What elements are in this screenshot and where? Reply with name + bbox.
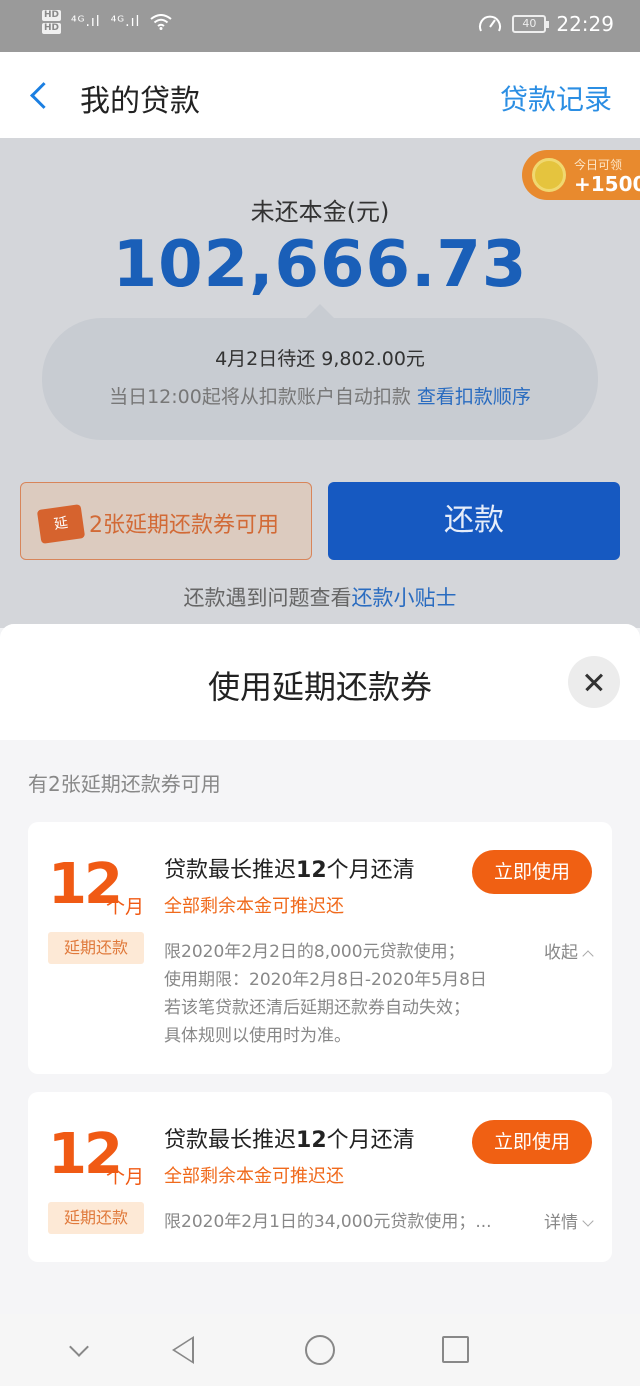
coupon-months-unit: 个月: [106, 896, 145, 918]
coupon-type-tag: 延期还款: [48, 932, 144, 964]
desc-line: 限2020年2月1日的34,000元贷款使用；...: [164, 1212, 492, 1232]
use-now-button[interactable]: 立即使用: [472, 850, 592, 894]
sheet-title: 使用延期还款券: [207, 668, 432, 706]
nav-home-icon[interactable]: [305, 1335, 335, 1365]
sheet-header: 使用延期还款券: [0, 624, 640, 740]
hd-badge: HD: [42, 23, 62, 34]
coin-icon: [532, 158, 566, 192]
hd-badges: HD HD: [42, 10, 62, 34]
coupon-available-button[interactable]: 延 2张延期还款券可用: [20, 482, 312, 560]
nav-back-icon[interactable]: [172, 1336, 194, 1364]
debit-order-link[interactable]: 查看扣款顺序: [417, 386, 531, 408]
use-now-button[interactable]: 立即使用: [472, 1120, 592, 1164]
app-header: 我的贷款 贷款记录: [0, 52, 640, 138]
desc-line: 使用期限：2020年2月8日-2020年5月8日: [164, 970, 487, 990]
available-count-text: 有2张延期还款券可用: [28, 772, 221, 796]
speed-icon: [479, 15, 502, 32]
tips-text: 还款遇到问题查看: [183, 586, 352, 610]
hide-nav-icon[interactable]: [69, 1337, 89, 1357]
deferral-coupon-sheet: 使用延期还款券 有2张延期还款券可用 12 个月 延期还款 贷款最长推迟12个月…: [0, 624, 640, 1314]
promo-line1: 今日可领: [574, 158, 623, 172]
back-button[interactable]: [24, 74, 64, 114]
desc-line: 若该笔贷款还清后延期还款券自动失效；: [164, 998, 470, 1018]
status-left: HD HD ⁴ᴳ.ıl ⁴ᴳ.ıl: [42, 10, 172, 34]
wifi-icon: [150, 14, 172, 30]
coupon-ticket-icon: 延: [36, 504, 86, 544]
coupon-type-tag: 延期还款: [48, 1202, 144, 1234]
principal-amount: 102,666.73: [112, 228, 528, 302]
clock: 22:29: [556, 12, 614, 36]
close-button[interactable]: [568, 656, 620, 708]
due-text: 4月2日待还 9,802.00元: [215, 348, 425, 370]
coupon-subtitle: 全部剩余本金可推迟还: [164, 1166, 344, 1187]
chevron-up-icon: [582, 950, 594, 962]
coupon-months-unit: 个月: [106, 1166, 145, 1188]
repay-button[interactable]: 还款: [328, 482, 620, 560]
coupon-title: 贷款最长推迟12个月还清: [164, 858, 415, 883]
collapse-toggle[interactable]: 收起: [544, 938, 594, 963]
due-info-bubble: 4月2日待还 9,802.00元 当日12:00起将从扣款账户自动扣款 查看扣款…: [42, 304, 598, 440]
battery-icon: 40: [512, 15, 550, 33]
page-title: 我的贷款: [80, 84, 200, 119]
coupon-subtitle: 全部剩余本金可推迟还: [164, 896, 344, 917]
coupon-description: 限2020年2月2日的8,000元贷款使用； 使用期限：2020年2月8日-20…: [164, 938, 487, 1050]
loan-records-link[interactable]: 贷款记录: [500, 78, 612, 118]
coupon-description: 限2020年2月1日的34,000元贷款使用；...: [164, 1208, 492, 1236]
signal-icon: ⁴ᴳ.ıl: [110, 14, 141, 30]
chevron-down-icon: [582, 1215, 594, 1227]
signal-icon: ⁴ᴳ.ıl: [71, 14, 101, 30]
principal-label: 未还本金(元): [250, 198, 390, 226]
auto-debit-text: 当日12:00起将从扣款账户自动扣款 查看扣款顺序: [42, 382, 598, 409]
system-nav-bar: [0, 1314, 640, 1386]
coupon-available-label: 2张延期还款券可用: [89, 513, 279, 538]
loan-summary-panel: 今日可领 +1500 未还本金(元) 102,666.73 4月2日待还 9,8…: [0, 138, 640, 628]
details-toggle[interactable]: 详情: [544, 1208, 594, 1233]
desc-line: 限2020年2月2日的8,000元贷款使用；: [164, 942, 465, 962]
coupon-card: 12 个月 延期还款 贷款最长推迟12个月还清 全部剩余本金可推迟还 立即使用 …: [28, 822, 612, 1074]
status-right: 40 22:29: [478, 12, 614, 36]
status-bar: HD HD ⁴ᴳ.ıl ⁴ᴳ.ıl 40 22:29: [0, 0, 640, 52]
hd-badge: HD: [42, 10, 62, 21]
repay-tips: 还款遇到问题查看还款小贴士: [0, 582, 640, 612]
coupon-title: 贷款最长推迟12个月还清: [164, 1128, 415, 1153]
nav-recents-icon[interactable]: [442, 1336, 469, 1363]
repay-tips-link[interactable]: 还款小贴士: [352, 586, 457, 610]
coupon-card: 12 个月 延期还款 贷款最长推迟12个月还清 全部剩余本金可推迟还 立即使用 …: [28, 1092, 612, 1262]
desc-line: 具体规则以使用时为准。: [164, 1026, 351, 1046]
auto-debit-label: 当日12:00起将从扣款账户自动扣款: [109, 386, 411, 408]
